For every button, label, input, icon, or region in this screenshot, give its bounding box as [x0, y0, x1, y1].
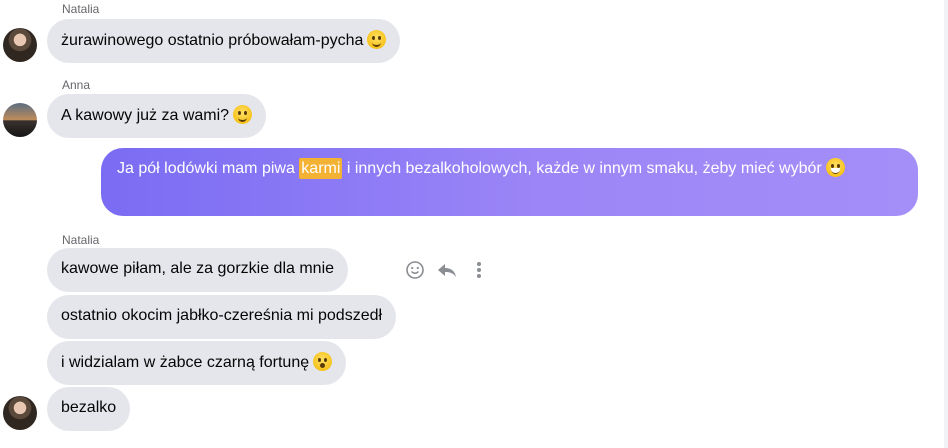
message-bubble[interactable]: bezalko: [47, 387, 131, 431]
sender-name: Anna: [62, 78, 91, 92]
sent-message-bubble[interactable]: Ja pół lodówki mam piwa karmi i innych b…: [101, 148, 918, 216]
message-text-part: Ja pół lodówki mam piwa: [117, 160, 300, 177]
message-bubble[interactable]: kawowe piłam, ale za gorzkie dla mnie: [47, 248, 349, 292]
avatar-natalia[interactable]: [3, 28, 37, 62]
scrollbar[interactable]: [944, 0, 948, 448]
winking-face-icon: [233, 105, 253, 124]
more-options-icon[interactable]: [468, 260, 490, 280]
message-text: żurawinowego ostatnio próbowałam-pycha: [61, 32, 364, 49]
sender-name: Natalia: [62, 2, 100, 16]
avatar-natalia[interactable]: [3, 396, 37, 430]
reply-icon[interactable]: [436, 260, 458, 280]
message-text: i widzialam w żabce czarną fortunę: [61, 354, 310, 371]
grinning-face-icon: [825, 158, 845, 177]
slightly-smiling-face-icon: [367, 30, 387, 49]
sender-name: Natalia: [62, 233, 100, 247]
message-bubble[interactable]: i widzialam w żabce czarną fortunę: [47, 341, 347, 385]
face-with-open-mouth-icon: [313, 352, 333, 371]
message-bubble[interactable]: ostatnio okocim jabłko-czereśnia mi pods…: [47, 295, 397, 339]
message-text-part: i innych bezalkoholowych, każde w innym …: [342, 160, 822, 177]
message-text: bezalko: [61, 399, 117, 416]
message-text: A kawowy już za wami?: [61, 107, 230, 124]
avatar-anna[interactable]: [3, 103, 37, 137]
message-bubble[interactable]: A kawowy już za wami?: [47, 94, 267, 138]
message-bubble[interactable]: żurawinowego ostatnio próbowałam-pycha: [47, 19, 401, 63]
search-highlight: karmi: [299, 158, 343, 179]
message-text: ostatnio okocim jabłko-czereśnia mi pods…: [61, 307, 383, 324]
message-actions: [404, 260, 490, 280]
react-icon[interactable]: [404, 260, 426, 280]
message-text: kawowe piłam, ale za gorzkie dla mnie: [61, 260, 335, 277]
